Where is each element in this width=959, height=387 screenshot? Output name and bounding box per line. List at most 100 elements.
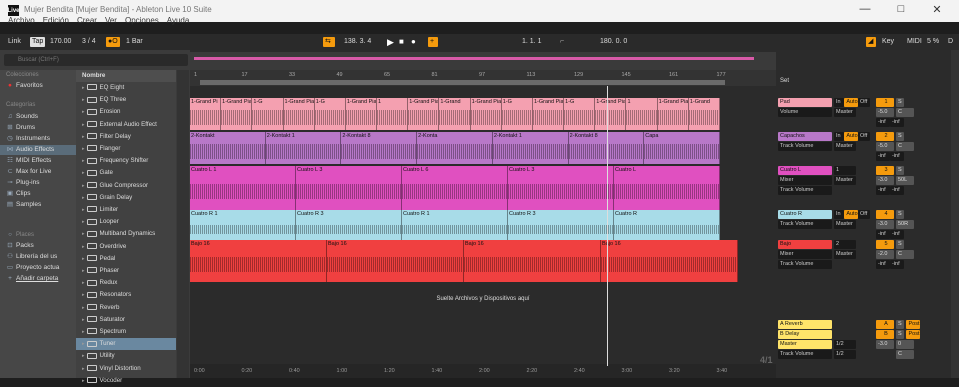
favorites-item[interactable]: ● Favoritos [0, 81, 76, 91]
send-a-field[interactable]: -inf [876, 186, 890, 195]
expand-arrow-icon[interactable]: ▸ [82, 256, 85, 262]
auto-button[interactable]: Auto [844, 210, 858, 219]
browser-item[interactable]: ▸ Resonators [76, 289, 176, 301]
send-b-field[interactable]: -inf [890, 118, 904, 127]
track-name-cuatro-l[interactable]: Cuatro L [778, 166, 832, 175]
expand-arrow-icon[interactable]: ▸ [82, 219, 85, 225]
expand-arrow-icon[interactable]: ▸ [82, 280, 85, 286]
record-icon[interactable]: ● [409, 37, 418, 47]
expand-arrow-icon[interactable]: ▸ [82, 353, 85, 359]
arrangement-clip[interactable]: 1-Grand [439, 98, 471, 130]
right-sidebar[interactable] [951, 50, 959, 378]
solo-button[interactable]: S [896, 240, 904, 249]
menu-crear[interactable]: Crear [77, 16, 97, 26]
solo-button[interactable]: S [896, 210, 904, 219]
time-ruler[interactable]: 0:00 0:20 0:40 1:00 1:20 1:40 2:00 2:20 2:40 3:00… [190, 364, 776, 378]
expand-arrow-icon[interactable]: ▸ [82, 244, 85, 250]
expand-arrow-icon[interactable]: ▸ [82, 207, 85, 213]
expand-arrow-icon[interactable]: ▸ [82, 158, 85, 164]
close-button[interactable]: ✕ [924, 3, 950, 19]
expand-arrow-icon[interactable]: ▸ [82, 195, 85, 201]
arrangement-clip[interactable]: Bajo 16 [601, 240, 738, 282]
arrangement-clip[interactable]: Cuatro R 3 [296, 210, 402, 242]
arrangement-clip[interactable]: 1-Grand Pi [190, 98, 222, 130]
song-position-field[interactable]: 138. 3. 4 [342, 37, 373, 47]
input-type-select[interactable]: Mixer [778, 176, 832, 185]
loop-switch-icon[interactable]: ⌐ [558, 37, 566, 47]
output-select[interactable]: Master [834, 108, 856, 117]
browser-item[interactable]: ▸ Gate [76, 167, 176, 179]
place-packs[interactable]: ⊡ Packs [0, 241, 76, 251]
browser-item[interactable]: ▸ Frequency Shifter [76, 155, 176, 167]
send-a-field[interactable]: -inf [876, 152, 890, 161]
browser-item[interactable]: ▸ Vinyl Distortion [76, 363, 176, 375]
volume-field[interactable]: -3.0 [876, 220, 894, 229]
menu-opciones[interactable]: Opciones [125, 16, 159, 26]
browser-item[interactable]: ▸ Overdrive [76, 241, 176, 253]
browser-item[interactable]: ▸ Limiter [76, 204, 176, 216]
post-button[interactable]: Post [906, 330, 920, 339]
return-solo-button[interactable]: S [896, 330, 904, 339]
arrangement-clip[interactable]: 1-Grand Piano 4 [283, 98, 315, 130]
browser-item[interactable]: ▸ Saturator [76, 314, 176, 326]
browser-scrollbar[interactable] [177, 70, 189, 378]
input-chooser[interactable]: Track Volume [778, 260, 832, 269]
arrangement-clip[interactable]: Capa [644, 132, 720, 164]
input-channel-select[interactable]: 2 [834, 240, 856, 249]
browser-item[interactable]: ▸ Phaser [76, 265, 176, 277]
browser-item[interactable]: ▸ Multiband Dynamics [76, 228, 176, 240]
category-clips[interactable]: ▣ Clips [0, 189, 76, 199]
expand-arrow-icon[interactable]: ▸ [82, 146, 85, 152]
arrangement-clip[interactable]: Cuatro R 1 [190, 210, 296, 242]
arrangement-clip[interactable]: 1-Grand Piano 10 [595, 98, 627, 130]
name-column-header[interactable]: Nombre [76, 70, 176, 83]
category-audio-effects[interactable]: ⋈ Audio Effects [0, 145, 76, 155]
volume-field[interactable]: -3.0 [876, 176, 894, 185]
return-solo-button[interactable]: S [896, 320, 904, 329]
expand-arrow-icon[interactable]: ▸ [82, 292, 85, 298]
browser-item[interactable]: ▸ Flanger [76, 143, 176, 155]
arrangement-clip[interactable]: Cuatro R 1 [402, 210, 508, 242]
expand-arrow-icon[interactable]: ▸ [82, 97, 85, 103]
volume-field[interactable]: -2.0 [876, 250, 894, 259]
expand-arrow-icon[interactable]: ▸ [82, 122, 85, 128]
category-sounds[interactable]: ♫ Sounds [0, 112, 76, 122]
play-icon[interactable]: ▶ [385, 37, 396, 47]
input-type-select[interactable]: Track Volume [778, 220, 832, 229]
track-lane[interactable]: Bajo 16 Bajo 16 Bajo 16 Bajo 16 [190, 240, 776, 282]
return-track-name[interactable]: A Reverb [778, 320, 832, 329]
track-name-bajo[interactable]: Bajo [778, 240, 832, 249]
browser-item[interactable]: ▸ External Audio Effect [76, 119, 176, 131]
master-out2-select[interactable]: 1/2 [834, 350, 856, 359]
expand-arrow-icon[interactable]: ▸ [82, 317, 85, 323]
browser-item[interactable]: ▸ Tuner [76, 338, 176, 351]
solo-button[interactable]: S [896, 132, 904, 141]
browser-item[interactable]: ▸ EQ Three [76, 94, 176, 106]
master-track-name[interactable]: Master [778, 340, 832, 349]
track-activator[interactable]: 3 [876, 166, 894, 175]
arrangement-overview[interactable] [190, 52, 776, 70]
track-name-cuatro-r[interactable]: Cuatro R [778, 210, 832, 219]
follow-icon[interactable]: ⇆ [323, 37, 335, 47]
expand-arrow-icon[interactable]: ▸ [82, 183, 85, 189]
input-channel-select[interactable]: 1 [834, 166, 856, 175]
arrangement-clip[interactable]: 1-Grand Piano 10 [345, 98, 378, 130]
arrangement-clip[interactable]: 2-Kontakt [190, 132, 266, 164]
track-activator[interactable]: 2 [876, 132, 894, 141]
browser-item[interactable]: ▸ Glue Compressor [76, 180, 176, 192]
arrangement-clip[interactable]: 1-G [564, 98, 596, 130]
input-chooser[interactable]: Track Volume [778, 186, 832, 195]
loop-start-field[interactable]: 1. 1. 1 [520, 37, 543, 47]
input-type-select[interactable]: Volume [778, 108, 832, 117]
track-activator[interactable]: 4 [876, 210, 894, 219]
arrangement-clip[interactable]: Bajo 16 [190, 240, 327, 282]
browser-item[interactable]: ▸ Redux [76, 277, 176, 289]
output-select[interactable]: Master [834, 176, 856, 185]
category-plug-ins[interactable]: ⊸ Plug-ins [0, 178, 76, 188]
browser-item[interactable]: ▸ Pedal [76, 253, 176, 265]
browser-item[interactable]: ▸ Erosion [76, 106, 176, 118]
track-lane[interactable]: Cuatro R 1 Cuatro R 3 Cuatro R 1 Cuatro R 3… [190, 210, 776, 242]
category-instruments[interactable]: ◷ Instruments [0, 134, 76, 144]
track-lane[interactable]: Cuatro L 1 Cuatro L 3 Cuatro L 6 Cuatro L 3… [190, 166, 776, 210]
expand-arrow-icon[interactable]: ▸ [82, 268, 85, 274]
